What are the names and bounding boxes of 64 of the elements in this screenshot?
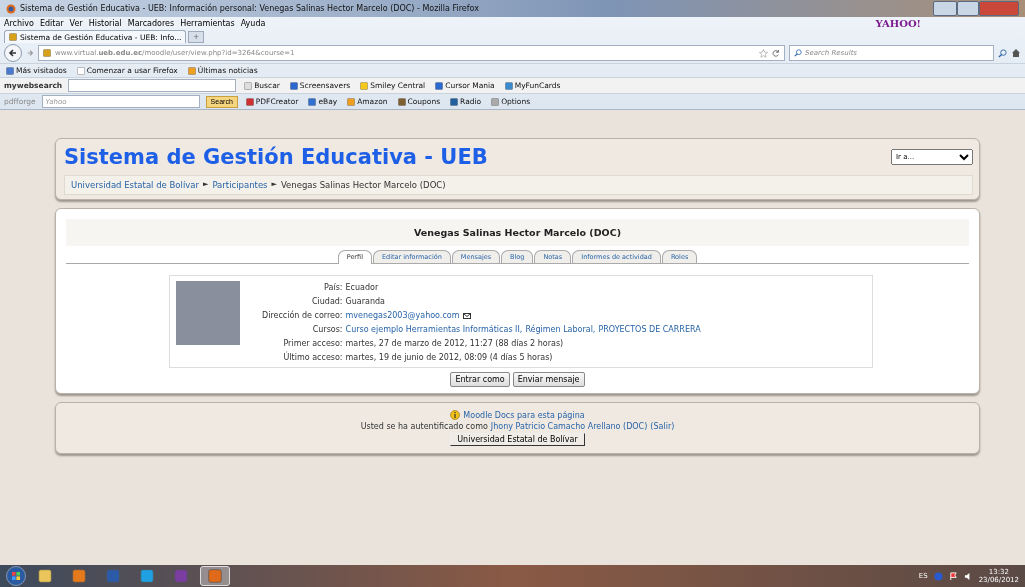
field-label: País: <box>323 283 343 292</box>
field-value: martes, 19 de junio de 2012, 08:09 (4 días 5 horas) <box>345 353 553 362</box>
field-value: martes, 27 de marzo de 2012, 11:27 (88 días 2 horas) <box>345 339 564 348</box>
mail-icon[interactable] <box>462 312 471 319</box>
course-link[interactable]: PROYECTOS DE CARRERA <box>598 325 701 334</box>
field-label: Cursos: <box>311 325 343 334</box>
back-arrow-icon <box>8 48 18 58</box>
course-link[interactable]: Curso ejemplo Herramientas Informáticas II, <box>345 325 523 334</box>
breadcrumb-current: Venegas Salinas Hector Marcelo (DOC) <box>280 180 446 190</box>
menu-item[interactable]: Marcadores <box>127 18 175 28</box>
maximize-button[interactable] <box>957 1 979 16</box>
reload-icon[interactable] <box>772 49 780 57</box>
back-button[interactable] <box>4 44 22 62</box>
action-button[interactable]: Entrar como <box>450 372 510 387</box>
minimize-button[interactable] <box>933 1 957 16</box>
app-icon <box>38 569 52 583</box>
app-icon <box>106 569 120 583</box>
new-tab-button[interactable]: + <box>188 31 204 43</box>
flag-icon[interactable] <box>948 571 958 581</box>
login-info-text: Usted se ha autentificado como <box>360 422 488 431</box>
info-icon <box>450 410 461 420</box>
breadcrumb-link[interactable]: Participantes <box>212 180 268 190</box>
field-value: Guaranda <box>345 297 385 306</box>
taskbar-app-button[interactable] <box>200 566 230 586</box>
start-button[interactable] <box>6 566 26 586</box>
bookmark-icon <box>6 66 14 75</box>
app-icon <box>174 569 188 583</box>
toolbar-icon <box>289 81 298 90</box>
app-icon <box>208 569 222 583</box>
field-value: Ecuador <box>345 283 379 292</box>
profile-heading: Venegas Salinas Hector Marcelo (DOC) <box>66 219 969 246</box>
search-icon <box>794 49 802 57</box>
forward-icon[interactable] <box>26 49 34 57</box>
docs-link[interactable]: Moodle Docs para esta página <box>463 410 585 420</box>
toolbar-search-field[interactable] <box>68 79 237 92</box>
home-button[interactable]: Universidad Estatal de Bolívar <box>450 433 585 446</box>
window-title: Sistema de Gestión Educativa - UEB: Información personal: Venegas Salinas Hector Marcelo (DOC) - Mozilla Firefox <box>20 4 479 13</box>
app-icon <box>72 569 86 583</box>
photo-placeholder <box>176 281 240 345</box>
page-icon <box>76 66 85 75</box>
field-label: Ciudad: <box>310 297 343 306</box>
site-title: Sistema de Gestión Educativa - UEB <box>64 145 489 169</box>
email-link[interactable]: mvenegas2003@yahoo.com <box>345 311 460 320</box>
toolbar-icon <box>397 97 406 106</box>
field-label: Último acceso: <box>282 353 343 362</box>
star-icon[interactable] <box>759 48 768 58</box>
user-link[interactable]: Jhony Patricio Camacho Arellano (DOC) <box>490 422 648 431</box>
logout-link[interactable]: (Salir) <box>650 422 675 431</box>
menu-item[interactable]: Ver <box>69 18 83 28</box>
yahoo-logo: YAHOO! <box>875 17 921 29</box>
home-icon[interactable] <box>1011 48 1021 58</box>
search-icon[interactable] <box>998 48 1007 58</box>
menu-item[interactable]: Herramientas <box>180 18 235 28</box>
breadcrumb-link[interactable]: Universidad Estatal de Bolívar <box>71 180 199 190</box>
menu-item[interactable]: Historial <box>88 18 122 28</box>
menu-item[interactable]: Editar <box>39 18 64 28</box>
app-icon <box>140 569 154 583</box>
field-label: Dirección de correo: <box>262 311 343 320</box>
toolbar-icon <box>308 97 317 106</box>
menu-item[interactable]: Archivo <box>4 18 34 28</box>
menu-item[interactable]: Ayuda <box>240 18 266 28</box>
course-link[interactable]: Régimen Laboral, <box>525 325 596 334</box>
field-label: Primer acceso: <box>282 339 343 348</box>
action-button[interactable]: Enviar mensaje <box>512 372 585 387</box>
